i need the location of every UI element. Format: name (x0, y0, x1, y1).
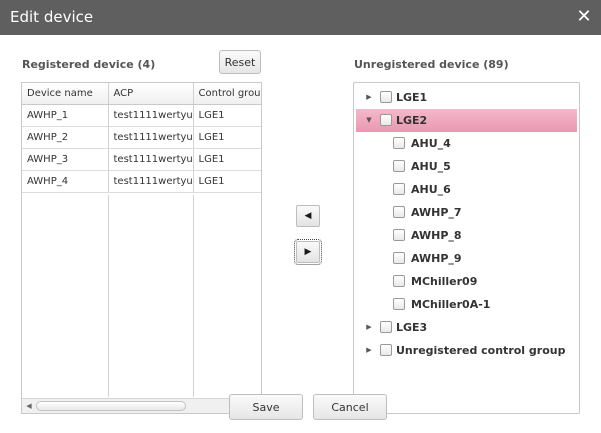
control-group-cell: LGE1 (193, 170, 261, 193)
registered-device-label: Registered device (4) (22, 58, 156, 71)
tree-item-awhp-8[interactable]: AWHP_8 (356, 224, 577, 247)
tree-item-mchiller09[interactable]: MChiller09 (356, 270, 577, 293)
tree-item-ahu-5[interactable]: AHU_5 (356, 155, 577, 178)
device-name-cell: AWHP_3 (22, 148, 109, 171)
arrow-right-icon: ▶ (304, 247, 312, 257)
tree-item-awhp-7[interactable]: AWHP_7 (356, 201, 577, 224)
device-name-cell: AWHP_2 (22, 126, 109, 149)
checkbox[interactable] (393, 298, 405, 310)
move-to-registered-button[interactable]: ◀ (296, 205, 320, 227)
move-to-unregistered-button[interactable]: ▶ (294, 239, 322, 265)
registered-table: Device name ACP Control group AWHP_1 tes… (22, 83, 261, 193)
device-name-cell: AWHP_1 (22, 104, 109, 127)
dialog-title: Edit device (10, 8, 94, 26)
unregistered-device-tree: ▶ LGE1 ▼ LGE2 AHU_4 AHU_5 AHU_6 AWHP_7 A… (353, 82, 580, 414)
device-name-cell: AWHP_4 (22, 170, 109, 193)
table-header-row: Device name ACP Control group (22, 83, 261, 105)
expand-arrow-icon[interactable]: ▶ (364, 92, 374, 102)
column-header-acp[interactable]: ACP (108, 83, 194, 105)
tree-label: AWHP_9 (411, 252, 462, 265)
control-group-cell: LGE1 (193, 126, 261, 149)
tree-label: AHU_5 (411, 160, 451, 173)
tree-group-lge1[interactable]: ▶ LGE1 (356, 86, 577, 109)
title-bar: Edit device ✕ (0, 0, 601, 35)
checkbox[interactable] (393, 183, 405, 195)
acp-cell: test1111wertyui (108, 104, 194, 127)
registered-device-table: Device name ACP Control group AWHP_1 tes… (21, 82, 262, 414)
column-divider (108, 195, 109, 397)
tree-group-unregistered-control-group[interactable]: ▶ Unregistered control group (356, 339, 577, 362)
collapse-arrow-icon[interactable]: ▼ (364, 115, 374, 125)
tree-label: AWHP_8 (411, 229, 462, 242)
checkbox[interactable] (393, 137, 405, 149)
tree-group-lge3[interactable]: ▶ LGE3 (356, 316, 577, 339)
column-header-device-name[interactable]: Device name (22, 83, 109, 105)
tree-group-lge2[interactable]: ▼ LGE2 (356, 109, 577, 132)
tree-item-awhp-9[interactable]: AWHP_9 (356, 247, 577, 270)
tree-item-mchiller0a-1[interactable]: MChiller0A-1 (356, 293, 577, 316)
save-button[interactable]: Save (229, 394, 303, 420)
unregistered-device-label: Unregistered device (89) (354, 58, 509, 71)
horizontal-scrollbar[interactable]: ◀ ▶ (22, 398, 261, 413)
control-group-cell: LGE1 (193, 104, 261, 127)
tree-item-ahu-4[interactable]: AHU_4 (356, 132, 577, 155)
column-divider (193, 195, 194, 397)
close-icon[interactable]: ✕ (574, 7, 594, 27)
tree-label: LGE2 (396, 114, 428, 127)
reset-button[interactable]: Reset (219, 50, 261, 74)
cancel-button[interactable]: Cancel (313, 394, 387, 420)
checkbox[interactable] (380, 344, 392, 356)
tree-label: AHU_4 (411, 137, 451, 150)
tree-label: LGE3 (396, 321, 428, 334)
arrow-left-icon: ◀ (304, 211, 312, 221)
control-group-cell: LGE1 (193, 148, 261, 171)
checkbox[interactable] (393, 160, 405, 172)
checkbox[interactable] (380, 321, 392, 333)
table-row[interactable]: AWHP_4 test1111wertyui LGE1 (22, 170, 261, 193)
checkbox[interactable] (380, 114, 392, 126)
checkbox[interactable] (393, 252, 405, 264)
expand-arrow-icon[interactable]: ▶ (364, 322, 374, 332)
checkbox[interactable] (380, 91, 392, 103)
column-header-control-group[interactable]: Control group (193, 83, 261, 105)
table-row[interactable]: AWHP_1 test1111wertyui LGE1 (22, 104, 261, 127)
tree-item-ahu-6[interactable]: AHU_6 (356, 178, 577, 201)
checkbox[interactable] (393, 206, 405, 218)
tree-label: Unregistered control group (396, 344, 566, 357)
dialog-body: Registered device (4) Reset Device name … (0, 35, 601, 433)
checkbox[interactable] (393, 275, 405, 287)
acp-cell: test1111wertyui (108, 170, 194, 193)
scrollbar-thumb[interactable] (36, 401, 186, 411)
acp-cell: test1111wertyui (108, 148, 194, 171)
scroll-left-icon[interactable]: ◀ (23, 401, 35, 411)
table-row[interactable]: AWHP_2 test1111wertyui LGE1 (22, 126, 261, 149)
acp-cell: test1111wertyui (108, 126, 194, 149)
tree-label: LGE1 (396, 91, 428, 104)
tree-label: AWHP_7 (411, 206, 462, 219)
tree-label: MChiller09 (411, 275, 478, 288)
table-row[interactable]: AWHP_3 test1111wertyui LGE1 (22, 148, 261, 171)
tree-label: AHU_6 (411, 183, 451, 196)
checkbox[interactable] (393, 229, 405, 241)
tree-label: MChiller0A-1 (411, 298, 491, 311)
expand-arrow-icon[interactable]: ▶ (364, 345, 374, 355)
